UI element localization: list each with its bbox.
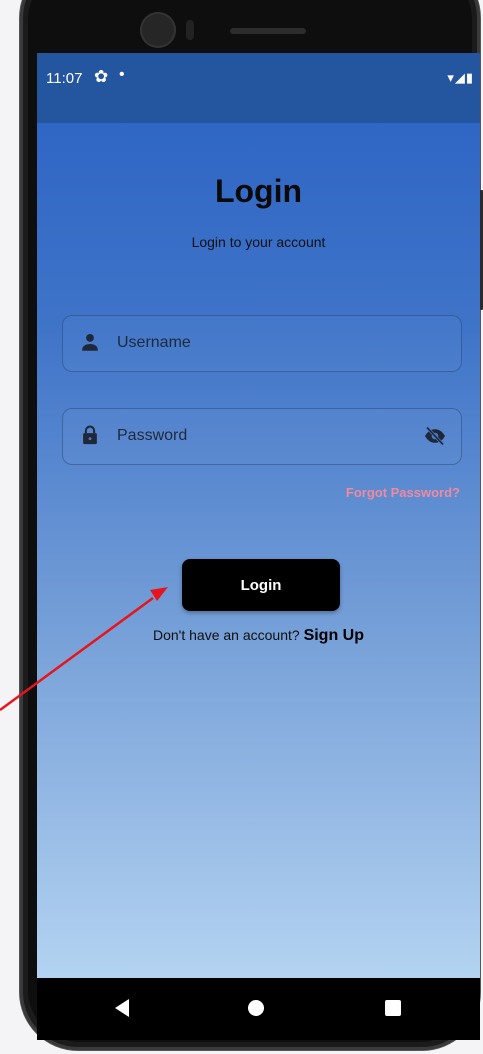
password-field[interactable]: Password bbox=[62, 408, 462, 465]
signup-link[interactable]: Sign Up bbox=[304, 627, 364, 644]
lock-icon bbox=[83, 425, 97, 445]
system-status-icons: ▾◢▮ bbox=[447, 70, 474, 85]
back-icon[interactable] bbox=[115, 999, 129, 1017]
page-title: Login bbox=[214, 173, 303, 209]
eye-off-icon[interactable] bbox=[423, 424, 447, 448]
home-icon[interactable] bbox=[248, 1000, 264, 1016]
front-camera bbox=[140, 12, 176, 48]
signup-prompt: Don't have an account? bbox=[153, 627, 300, 643]
gear-icon: ✿ bbox=[94, 67, 109, 86]
username-placeholder: Username bbox=[117, 334, 191, 351]
username-field[interactable]: Username bbox=[62, 315, 462, 372]
signup-prompt-line: Don't have an account? Sign Up bbox=[37, 627, 480, 645]
sensor bbox=[186, 20, 194, 40]
navigation-bar bbox=[37, 978, 480, 1040]
login-button[interactable]: Login bbox=[182, 559, 340, 611]
app-screen: 11:07 ✿ • ▾◢▮ Login Login to your accoun… bbox=[37, 53, 480, 978]
status-time: 11:07 bbox=[46, 70, 83, 87]
password-placeholder: Password bbox=[117, 427, 188, 444]
earpiece-speaker bbox=[230, 28, 306, 34]
status-bar: 11:07 ✿ • ▾◢▮ bbox=[37, 53, 480, 123]
page-subtitle: Login to your account bbox=[191, 234, 326, 250]
person-icon bbox=[82, 334, 98, 351]
notification-dot: • bbox=[119, 66, 125, 83]
recents-icon[interactable] bbox=[385, 1000, 401, 1016]
forgot-password-link[interactable]: Forgot Password? bbox=[346, 485, 460, 500]
